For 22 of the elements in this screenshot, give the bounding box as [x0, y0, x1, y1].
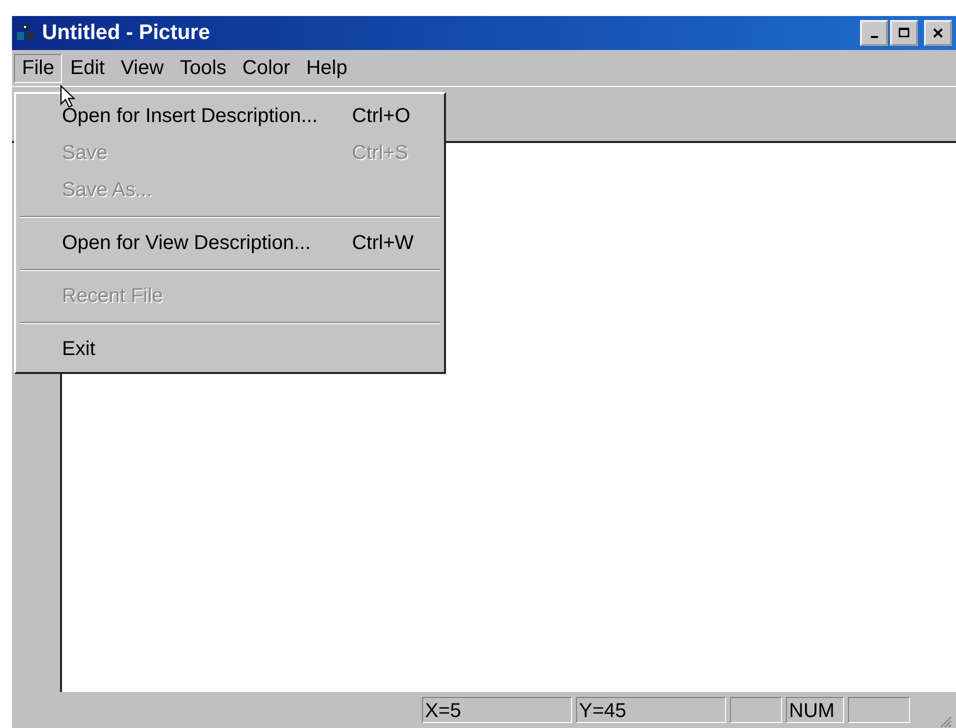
maximize-button[interactable]: [890, 20, 918, 46]
resize-grip-icon: [938, 714, 952, 728]
close-icon: [932, 27, 944, 39]
menu-entry[interactable]: Exit: [16, 331, 444, 368]
close-button[interactable]: [924, 20, 952, 46]
status-pane: [730, 697, 782, 723]
menu-item[interactable]: Color: [234, 54, 298, 82]
status-pane: Y=45: [576, 697, 726, 723]
maximize-icon: [898, 27, 910, 39]
window-title: Untitled - Picture: [42, 21, 210, 45]
menu-item[interactable]: Tools: [172, 54, 234, 82]
menu-item[interactable]: File: [14, 54, 62, 82]
status-pane: [848, 697, 910, 723]
menu-item[interactable]: Edit: [62, 54, 113, 82]
status-pane: X=5: [422, 697, 572, 723]
menu-entry[interactable]: Open for View Description... Ctrl+W: [16, 225, 444, 262]
minimize-icon: [870, 36, 878, 38]
status-pane: NUM: [786, 697, 844, 723]
blocks-icon: [16, 23, 36, 43]
menu-entry[interactable]: Open for Insert Description... Ctrl+O: [16, 98, 444, 135]
menu-item[interactable]: View: [112, 54, 172, 82]
menu-item[interactable]: Help: [298, 54, 356, 82]
